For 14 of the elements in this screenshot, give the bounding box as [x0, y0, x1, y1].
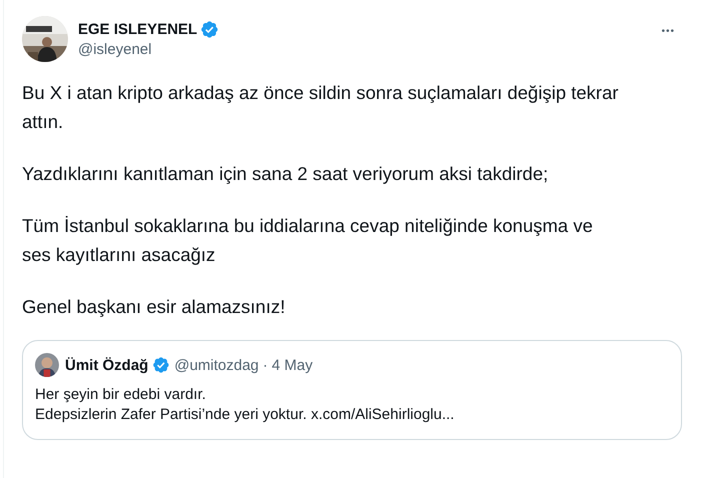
quoted-author-handle: @umitozdag — [174, 356, 259, 374]
tweet-paragraph: Genel başkanı esir alamazsınız! — [22, 295, 286, 319]
tweet-link[interactable]: x.com/AliSehirlioglu... — [310, 406, 454, 423]
author-name[interactable]: EGE ISLEYENEL — [78, 21, 198, 38]
separator-dot: · — [262, 356, 268, 374]
quoted-tweet-card[interactable]: Ümit Özdağ @umitozdag · 4 May Her şeyin bir edebi vardır. Edepsizlerin Zafer Partisi’nde yeri yoktur. x.com/AliSehirlioglu... — [22, 340, 682, 440]
author-handle[interactable]: @isleyenel — [78, 41, 648, 58]
tweet-paragraph: Bu X i atan kripto arkadaş az önce sildin sonra suçlamaları değişip tekrar attın. — [22, 81, 620, 134]
quoted-author-name: Ümit Özdağ — [65, 356, 148, 374]
tweet-paragraph: Tüm İstanbul sokaklarına bu iddialarına cevap niteliğinde konuşma ve ses kayıtlarını asacağız — [22, 214, 594, 267]
tweet-paragraph: Yazdıklarını kanıtlaman için sana 2 saat veriyorum aksi takdirde; — [22, 162, 550, 186]
quoted-tweet-text: Her şeyin bir edebi vardır. Edepsizlerin Zafer Partisi’nde yeri yoktur. x.com/AliSehirlioglu... — [35, 385, 456, 425]
quoted-tweet-date: 4 May — [272, 356, 313, 374]
more-button[interactable]: ••• — [657, 24, 679, 39]
